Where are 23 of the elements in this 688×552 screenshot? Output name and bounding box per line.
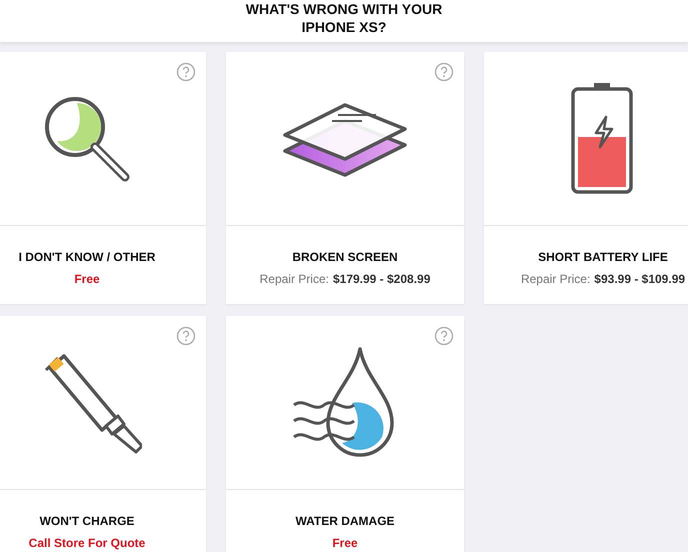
issue-title: WON'T CHARGE <box>40 514 134 528</box>
issue-title: WATER DAMAGE <box>295 514 395 528</box>
price-text: Call Store For Quote <box>28 536 146 550</box>
price-text: Free <box>74 272 100 286</box>
issue-title: SHORT BATTERY LIFE <box>538 250 668 264</box>
help-icon[interactable] <box>434 62 454 82</box>
price-label: Repair Price: <box>520 272 590 286</box>
issue-card[interactable]: WON'T CHARGE Call Store For Quote <box>0 316 206 552</box>
issue-card[interactable]: SHORT BATTERY LIFE Repair Price: $93.99 - $109.99 <box>484 52 688 304</box>
help-icon[interactable] <box>434 326 454 346</box>
issue-card[interactable]: WATER DAMAGE Free <box>226 316 464 552</box>
price-text: Free <box>332 536 358 550</box>
page-heading: IPHONE XS? <box>302 18 386 36</box>
issue-title: BROKEN SCREEN <box>292 250 398 264</box>
help-icon[interactable] <box>176 326 196 346</box>
issue-card[interactable]: BROKEN SCREEN Repair Price: $179.99 - $208.99 <box>226 52 464 304</box>
issue-card[interactable]: I DON'T KNOW / OTHER Free <box>0 52 206 304</box>
issue-title: I DON'T KNOW / OTHER <box>18 250 156 264</box>
page-heading: WHAT'S WRONG WITH YOUR <box>246 0 442 18</box>
price-label: Repair Price: <box>260 272 329 286</box>
help-icon[interactable] <box>176 62 196 82</box>
price-amount: $179.99 - $208.99 <box>332 272 430 286</box>
price-amount: $93.99 - $109.99 <box>594 272 686 286</box>
